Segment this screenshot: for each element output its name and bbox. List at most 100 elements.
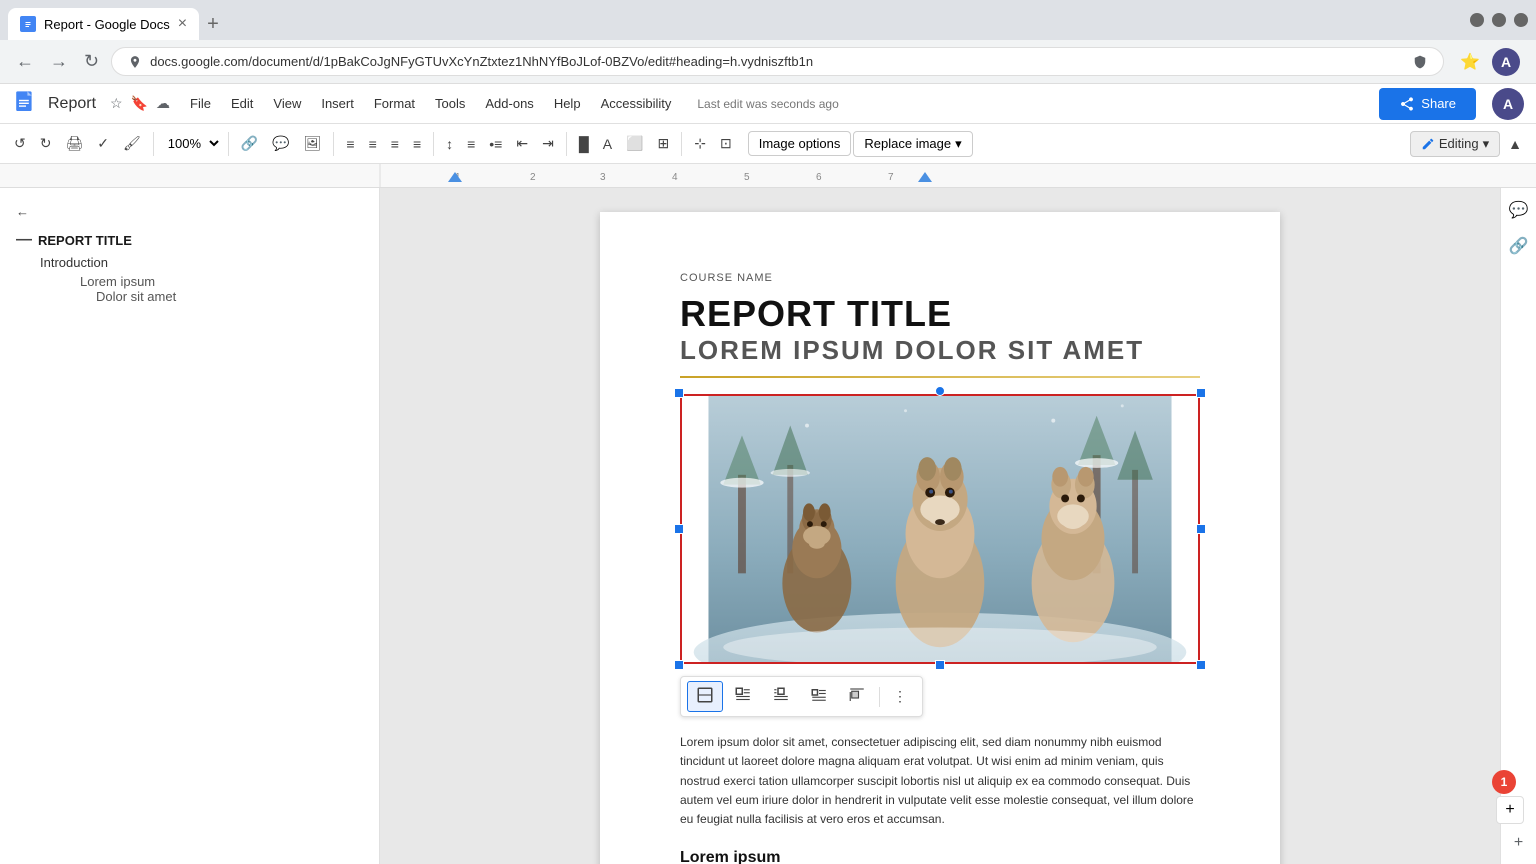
menu-format[interactable]: Format — [364, 90, 425, 117]
address-field[interactable]: docs.google.com/document/d/1pBakCoJgNFyG… — [111, 47, 1444, 76]
cloud-btn[interactable]: ☁ — [154, 93, 172, 114]
menu-view[interactable]: View — [263, 90, 311, 117]
spellcheck-btn[interactable]: ✓ — [91, 131, 115, 156]
img-wrap-inline-btn[interactable] — [687, 681, 723, 712]
docs-user-avatar[interactable]: A — [1492, 88, 1524, 120]
svg-text:3: 3 — [600, 172, 606, 183]
sidebar-dolor-sit-amet-item[interactable]: Dolor sit amet — [80, 289, 299, 304]
column-btn[interactable]: ⊞ — [652, 131, 676, 156]
svg-text:7: 7 — [888, 172, 894, 183]
img-handle-right-center[interactable] — [1196, 524, 1206, 534]
sidebar-intro-item[interactable]: Introduction — [40, 253, 339, 272]
img-handle-top-left[interactable] — [674, 388, 684, 398]
highlight-btn[interactable]: A — [597, 132, 618, 156]
align-right-btn[interactable]: ≡ — [385, 132, 405, 156]
line-spacing-btn[interactable]: ↕ — [440, 132, 459, 156]
right-panel-comments-btn[interactable]: 💬 — [1505, 196, 1533, 224]
sidebar-lorem-ipsum-section: Lorem ipsum Dolor sit amet — [40, 272, 339, 306]
list-btn[interactable]: ≡ — [461, 132, 481, 156]
img-handle-bottom-center[interactable] — [935, 660, 945, 670]
profile-btn[interactable]: A — [1488, 44, 1524, 80]
toolbar-collapse-btn[interactable]: ▲ — [1502, 132, 1528, 156]
docs-title[interactable]: Report — [48, 95, 96, 113]
browser-toolbar-icons: ⭐ A — [1456, 44, 1524, 80]
img-break-text-btn[interactable] — [763, 681, 799, 712]
restore-btn[interactable] — [1492, 13, 1506, 27]
menu-file[interactable]: File — [180, 90, 221, 117]
zoom-select[interactable]: 100% — [160, 133, 222, 154]
docs-title-area: Report — [48, 95, 96, 113]
bookmark-btn[interactable]: 🔖 — [129, 93, 150, 114]
img-handle-left-center[interactable] — [674, 524, 684, 534]
close-btn[interactable] — [1514, 13, 1528, 27]
img-wrap-tight-btn[interactable] — [801, 681, 837, 712]
color-block-btn[interactable]: █ — [573, 132, 595, 156]
doc-report-title: REPORT TITLE — [680, 292, 1200, 335]
image-btn[interactable]: 🖼 — [298, 131, 328, 156]
forward-btn[interactable]: → — [46, 47, 72, 76]
url-text: docs.google.com/document/d/1pBakCoJgNFyG… — [150, 54, 1405, 69]
minimize-btn[interactable] — [1470, 13, 1484, 27]
toolbar-sep-3 — [333, 132, 334, 156]
print-btn[interactable]: 🖨 — [59, 131, 89, 156]
align-left-btn[interactable]: ≡ — [340, 132, 360, 156]
img-wrap-text-btn[interactable] — [725, 681, 761, 712]
img-handle-top-right[interactable] — [1196, 388, 1206, 398]
extensions-btn[interactable]: ⭐ — [1456, 48, 1484, 76]
align-justify-btn[interactable]: ≡ — [407, 132, 427, 156]
comment-btn[interactable]: 💬 — [266, 131, 295, 156]
share-btn[interactable]: Share — [1379, 88, 1476, 120]
tab-close-btn[interactable]: × — [178, 15, 187, 33]
image-options-btn[interactable]: Image options — [748, 131, 852, 156]
editing-mode-btn[interactable]: Editing ▾ — [1410, 131, 1500, 157]
refresh-btn[interactable]: ↻ — [80, 47, 103, 76]
docs-toolbar: ↺ ↻ 🖨 ✓ 🖌 100% 🔗 💬 🖼 ≡ ≡ ≡ ≡ ↕ ≡ •≡ ⇤ ⇥ … — [0, 124, 1536, 164]
wrap-btn[interactable]: ⊡ — [714, 131, 738, 156]
doc-area[interactable]: COURSE NAME REPORT TITLE LOREM IPSUM DOL… — [380, 188, 1500, 864]
last-edit-text: Last edit was seconds ago — [697, 97, 838, 111]
menu-help[interactable]: Help — [544, 90, 591, 117]
img-handle-bottom-left[interactable] — [674, 660, 684, 670]
right-panel-add-btn[interactable]: + — [1510, 830, 1527, 856]
active-tab[interactable]: Report - Google Docs × — [8, 8, 199, 40]
paint-format-btn[interactable]: 🖌 — [117, 131, 147, 156]
menu-insert[interactable]: Insert — [311, 90, 364, 117]
star-btn[interactable]: ☆ — [108, 93, 125, 114]
sidebar-report-heading[interactable]: — REPORT TITLE — [16, 231, 363, 249]
back-btn[interactable]: ← — [12, 47, 38, 76]
toolbar-sep-2 — [228, 132, 229, 156]
undo-btn[interactable]: ↺ — [8, 131, 32, 156]
border-btn[interactable]: ⬜ — [620, 131, 649, 156]
decrease-indent-btn[interactable]: ⇤ — [510, 131, 534, 156]
replace-image-btn[interactable]: Replace image ▾ — [853, 131, 972, 157]
sidebar-report-title: REPORT TITLE — [38, 233, 132, 248]
doc-course-name: COURSE NAME — [680, 272, 1200, 284]
img-more-options-btn[interactable]: ⋮ — [884, 683, 916, 710]
wolf-image[interactable] — [680, 394, 1200, 664]
increase-indent-btn[interactable]: ⇥ — [536, 131, 560, 156]
crop-btn[interactable]: ⊹ — [688, 131, 712, 156]
menu-tools[interactable]: Tools — [425, 90, 475, 117]
toolbar-sep-1 — [153, 132, 154, 156]
link-btn[interactable]: 🔗 — [235, 131, 264, 156]
menu-addons[interactable]: Add-ons — [475, 90, 543, 117]
docs-menu: File Edit View Insert Format Tools Add-o… — [180, 90, 681, 117]
doc-image-container[interactable] — [680, 394, 1200, 664]
img-front-text-btn[interactable] — [839, 681, 875, 712]
img-handle-bottom-right[interactable] — [1196, 660, 1206, 670]
sidebar-back-btn[interactable]: ← — [0, 200, 379, 227]
redo-btn[interactable]: ↻ — [34, 131, 58, 156]
sidebar-report-section: — REPORT TITLE Introduction Lorem ipsum … — [0, 227, 379, 314]
bullet-btn[interactable]: •≡ — [483, 132, 508, 156]
new-tab-btn[interactable]: + — [199, 9, 227, 40]
img-handle-top-center[interactable] — [935, 386, 945, 396]
profile-avatar: A — [1492, 48, 1520, 76]
right-panel-links-btn[interactable]: 🔗 — [1505, 232, 1533, 260]
menu-accessibility[interactable]: Accessibility — [591, 90, 682, 117]
sidebar-lorem-ipsum-item[interactable]: Lorem ipsum — [80, 274, 299, 289]
doc-divider — [680, 376, 1200, 378]
tab-favicon — [20, 16, 36, 32]
menu-edit[interactable]: Edit — [221, 90, 263, 117]
align-center-btn[interactable]: ≡ — [363, 132, 383, 156]
add-section-btn[interactable]: + — [1496, 796, 1524, 824]
